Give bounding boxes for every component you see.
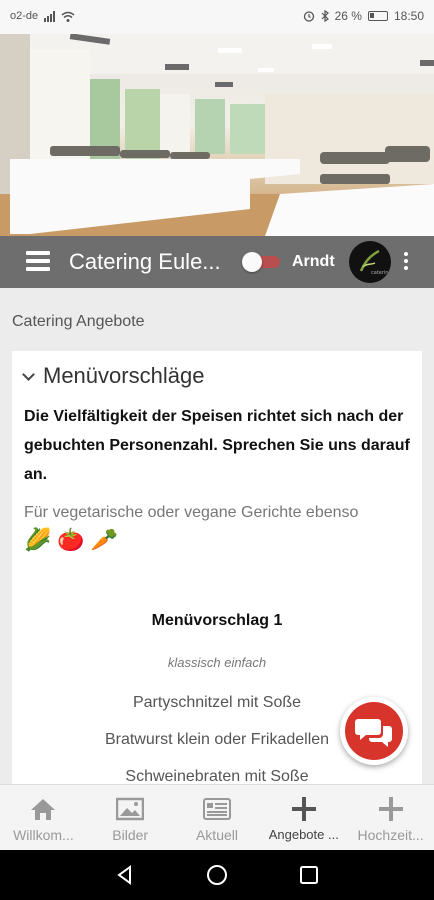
menu-title: Menüvorschlag 1 bbox=[151, 612, 283, 629]
list-item: Schweinebraten mit Soße bbox=[125, 768, 309, 784]
bottom-nav: Willkom... Bilder Aktuell Angebote ... H… bbox=[0, 784, 434, 850]
emoji-row: 🌽 🍅 🥕 bbox=[24, 527, 118, 553]
accordion-header[interactable]: Menüvorschläge bbox=[22, 363, 205, 389]
image-icon bbox=[116, 796, 145, 822]
nav-label: Angebote ... bbox=[268, 827, 339, 842]
menu-icon[interactable] bbox=[26, 251, 50, 273]
app-title: Catering Eule... bbox=[69, 249, 221, 274]
recents-icon[interactable] bbox=[298, 864, 320, 886]
plus-icon bbox=[290, 796, 318, 822]
carrot-emoji: 🥕 bbox=[90, 527, 119, 552]
carrier-label: o2-de bbox=[10, 10, 39, 22]
home-circle-icon[interactable] bbox=[206, 864, 228, 886]
chat-icon bbox=[355, 719, 392, 747]
svg-text:catering: catering bbox=[371, 270, 391, 276]
clock: 18:50 bbox=[393, 9, 424, 23]
home-icon bbox=[29, 796, 57, 822]
bluetooth-icon bbox=[321, 10, 329, 22]
nav-label: Willkom... bbox=[13, 827, 74, 843]
nav-item-willkommen[interactable]: Willkom... bbox=[0, 785, 87, 850]
corn-emoji: 🌽 bbox=[24, 527, 52, 552]
news-icon bbox=[202, 796, 231, 822]
user-name: Arndt bbox=[292, 253, 335, 270]
nav-item-bilder[interactable]: Bilder bbox=[87, 785, 174, 850]
app-bar: Catering Eule... Arndt catering bbox=[0, 236, 434, 288]
status-bar: o2-de 26 % 18:50 bbox=[0, 0, 434, 34]
section-label: Catering Angebote bbox=[12, 313, 145, 330]
nav-label: Aktuell bbox=[195, 827, 238, 843]
menu-subtitle: klassisch einfach bbox=[167, 655, 267, 670]
chevron-down-icon bbox=[22, 367, 35, 381]
nav-item-aktuell[interactable]: Aktuell bbox=[174, 785, 261, 850]
alarm-icon bbox=[303, 11, 314, 22]
back-icon[interactable] bbox=[114, 864, 136, 886]
intro-text: Die Vielfältigkeit der Speisen richtet s… bbox=[24, 408, 410, 483]
avatar[interactable]: catering bbox=[349, 241, 391, 283]
battery-percent: 26 % bbox=[334, 9, 362, 23]
system-nav-bar bbox=[0, 850, 434, 900]
battery-icon bbox=[367, 11, 388, 21]
toggle-knob bbox=[242, 252, 262, 272]
signal-icon bbox=[44, 10, 56, 22]
chat-button[interactable] bbox=[340, 697, 408, 765]
nav-item-hochzeit[interactable]: Hochzeit... bbox=[347, 785, 434, 850]
hero-image bbox=[0, 34, 434, 236]
plus-icon bbox=[377, 796, 405, 822]
nav-item-angebote[interactable]: Angebote ... bbox=[260, 785, 347, 850]
card-title: Menüvorschläge bbox=[43, 363, 205, 388]
tomato-emoji: 🍅 bbox=[57, 527, 85, 552]
nav-label: Hochzeit... bbox=[357, 827, 424, 843]
mode-toggle[interactable] bbox=[242, 252, 280, 272]
logo-icon: catering bbox=[359, 249, 391, 276]
note-text: Für vegetarische oder vegane Gerichte eb… bbox=[24, 504, 359, 521]
wifi-icon bbox=[61, 11, 75, 22]
nav-label: Bilder bbox=[112, 827, 149, 843]
more-options-icon[interactable] bbox=[400, 252, 412, 272]
